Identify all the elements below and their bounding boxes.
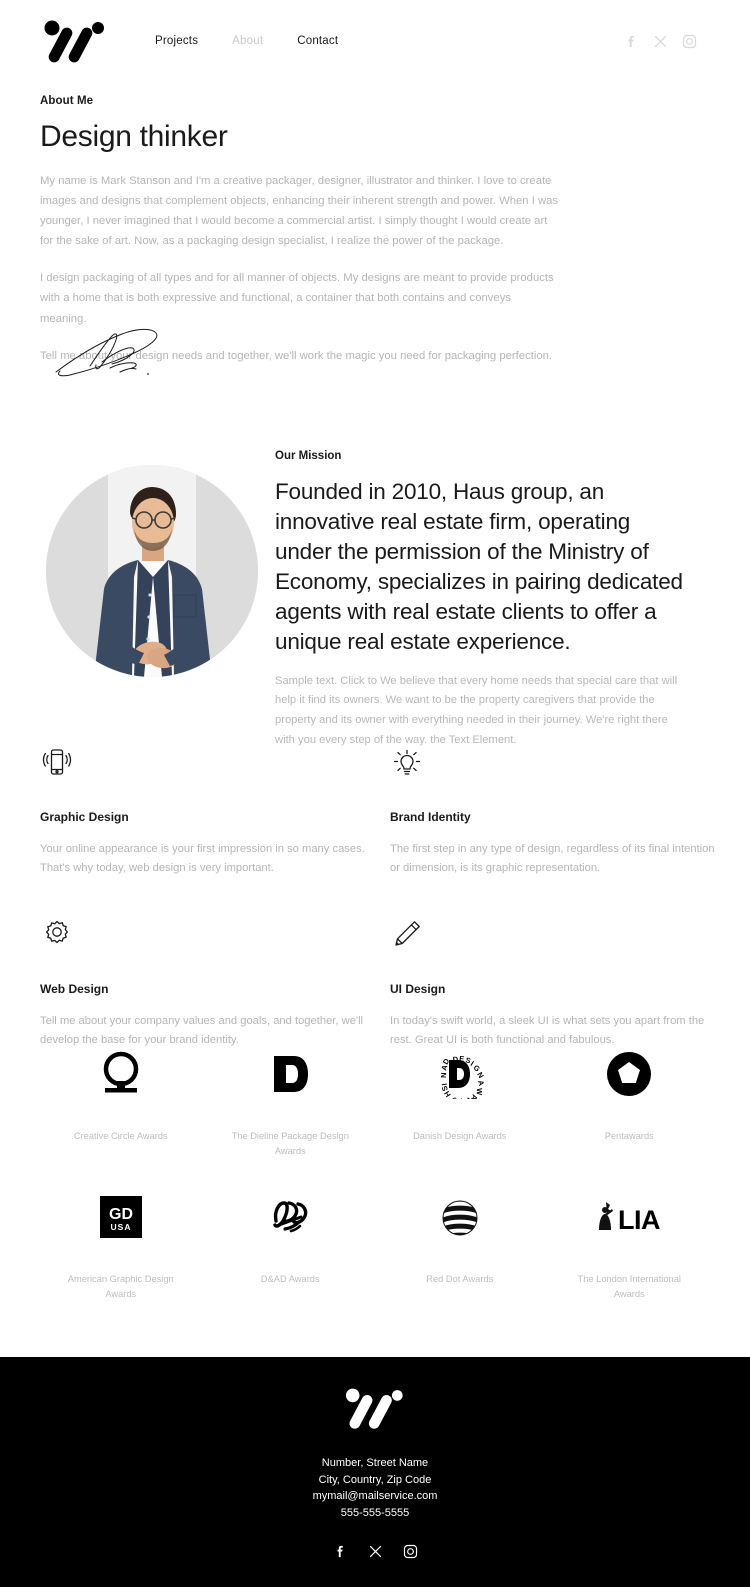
award-label: Danish Design Awards	[413, 1131, 507, 1141]
svg-text:LIA: LIA	[618, 1205, 660, 1235]
service-title: Web Design	[40, 981, 109, 996]
x-twitter-icon[interactable]	[367, 1543, 384, 1560]
lia-logo: LIA	[588, 1188, 670, 1246]
page-root: Projects About Contact About Me Design t…	[0, 0, 750, 1587]
award-item: D&AD Awards	[206, 1188, 376, 1303]
footer-contact-block: Number, Street Name City, Country, Zip C…	[313, 1455, 438, 1522]
service-desc: Your online appearance is your first imp…	[40, 843, 365, 875]
facebook-icon[interactable]	[623, 33, 640, 50]
handwritten-signature	[50, 322, 170, 384]
svg-text:A: A	[476, 1079, 485, 1087]
brand-logo[interactable]	[43, 20, 107, 64]
main-nav: Projects About Contact	[155, 35, 338, 47]
award-label: The Dieline Package Design Awards	[231, 1131, 349, 1157]
services-section: Graphic Design Your online appearance is…	[0, 745, 750, 1088]
creative-circle-logo	[100, 1045, 142, 1103]
award-item: D A N I S H D E S I G N A W A Danish Des…	[375, 1045, 545, 1160]
mobile-vibrate-icon	[40, 745, 74, 779]
danish-design-logo: D A N I S H D E S I G N A W A	[435, 1045, 485, 1103]
site-header: Projects About Contact	[0, 0, 750, 85]
pentawards-logo	[606, 1045, 652, 1103]
service-title: Graphic Design	[40, 810, 129, 824]
gdusa-logo: GD USA	[99, 1188, 142, 1246]
footer-phone[interactable]: 555-555-5555	[313, 1505, 438, 1522]
service-title: UI Design	[390, 981, 446, 996]
award-item: GD USA American Graphic Design Awards	[36, 1188, 206, 1303]
svg-text:USA: USA	[110, 1222, 131, 1232]
award-label: Red Dot Awards	[426, 1273, 494, 1284]
footer-social-links	[332, 1543, 419, 1560]
header-social-links	[623, 33, 698, 50]
award-item: Pentawards	[545, 1045, 715, 1160]
service-card-brand-identity: Brand Identity The first step in any typ…	[390, 745, 727, 917]
x-twitter-icon[interactable]	[652, 33, 669, 50]
about-paragraph-1: My name is Mark Stanson and I'm a creati…	[40, 175, 559, 248]
dieline-d-logo	[266, 1045, 314, 1103]
service-desc: The first step in any type of design, re…	[390, 843, 715, 875]
facebook-icon[interactable]	[332, 1543, 349, 1560]
svg-text:E: E	[459, 1054, 465, 1063]
nav-item-contact[interactable]: Contact	[297, 35, 338, 47]
mission-eyebrow: Our Mission	[275, 450, 342, 462]
mission-paragraph: Sample text. Click to We believe that ev…	[275, 674, 678, 746]
about-paragraph-2: I design packaging of all types and for …	[40, 272, 554, 325]
dandad-logo	[267, 1188, 313, 1246]
reddot-logo	[437, 1188, 483, 1246]
nav-item-about[interactable]: About	[232, 35, 263, 47]
footer-address-line-2: City, Country, Zip Code	[318, 1473, 432, 1486]
site-footer: Number, Street Name City, Country, Zip C…	[0, 1357, 750, 1587]
award-item: The Dieline Package Design Awards	[206, 1045, 376, 1160]
lightbulb-icon	[390, 745, 424, 779]
mission-headline: Founded in 2010, Haus group, an innovati…	[275, 479, 683, 654]
award-label: Pentawards	[604, 1131, 654, 1141]
instagram-icon[interactable]	[681, 33, 698, 50]
awards-section: Creative Circle Awards The Dieline Packa…	[0, 1045, 750, 1302]
mission-text: Our Mission Founded in 2010, Haus group,…	[275, 450, 687, 750]
mission-section: Our Mission Founded in 2010, Haus group,…	[0, 440, 750, 746]
svg-text:S: S	[450, 1095, 458, 1099]
page-title: Design thinker	[40, 120, 228, 153]
instagram-icon[interactable]	[402, 1543, 419, 1560]
gear-icon	[40, 917, 74, 951]
award-label: The London International Awards	[577, 1273, 681, 1299]
nav-item-projects[interactable]: Projects	[155, 35, 198, 47]
award-label: Creative Circle Awards	[73, 1131, 168, 1141]
svg-text:GD: GD	[109, 1206, 133, 1223]
award-item: LIA The London International Awards	[545, 1188, 715, 1303]
service-card-graphic-design: Graphic Design Your online appearance is…	[40, 745, 377, 917]
about-eyebrow: About Me	[40, 95, 94, 107]
award-item: Red Dot Awards	[375, 1188, 545, 1303]
award-label: D&AD Awards	[260, 1273, 320, 1284]
footer-address-line-1: Number, Street Name	[321, 1457, 429, 1469]
award-label: American Graphic Design Awards	[67, 1273, 174, 1299]
brand-logo-footer[interactable]	[344, 1387, 406, 1431]
pencil-icon	[390, 917, 424, 951]
award-item: Creative Circle Awards	[36, 1045, 206, 1160]
svg-text:N: N	[439, 1072, 448, 1078]
service-title: Brand Identity	[390, 810, 471, 824]
footer-email[interactable]: mymail@mailservice.com	[313, 1488, 438, 1505]
portrait-avatar	[46, 465, 258, 677]
